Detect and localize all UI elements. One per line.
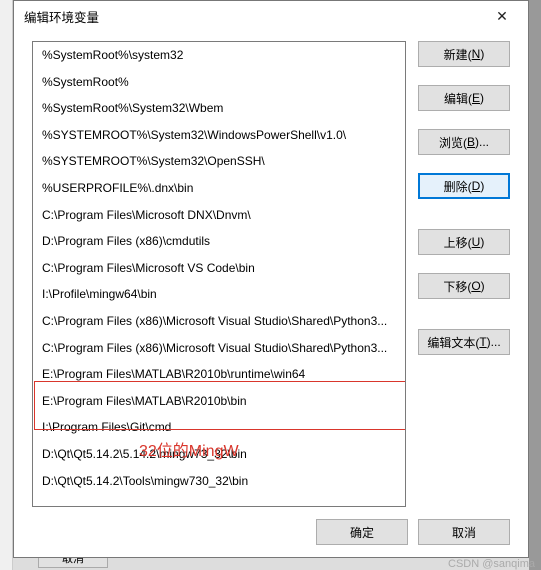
list-inner: %SystemRoot%\system32 %SystemRoot% %Syst… — [33, 42, 405, 494]
close-icon[interactable]: ✕ — [482, 3, 522, 29]
background-window-fragment — [0, 0, 13, 570]
titlebar: 编辑环境变量 ✕ — [14, 1, 528, 31]
btn-label: 删除( — [444, 178, 472, 195]
list-item[interactable]: I:\Program Files\Git\cmd — [33, 414, 405, 441]
list-item[interactable]: %SystemRoot% — [33, 69, 405, 96]
dialog-content: %SystemRoot%\system32 %SystemRoot% %Syst… — [14, 31, 528, 557]
btn-label: 浏览( — [439, 134, 467, 151]
cancel-button[interactable]: 取消 — [418, 519, 510, 545]
btn-key: U — [472, 235, 481, 249]
list-item[interactable]: C:\Program Files\Microsoft VS Code\bin — [33, 255, 405, 282]
btn-key: D — [472, 179, 481, 193]
edit-button[interactable]: 编辑(E) — [418, 85, 510, 111]
btn-suffix: ) — [480, 91, 484, 105]
list-item[interactable]: E:\Program Files\MATLAB\R2010b\bin — [33, 388, 405, 415]
btn-label: 上移( — [444, 234, 472, 251]
env-var-listbox[interactable]: %SystemRoot%\system32 %SystemRoot% %Syst… — [32, 41, 406, 507]
list-item[interactable]: E:\Program Files\MATLAB\R2010b\runtime\w… — [33, 361, 405, 388]
btn-suffix: ) — [480, 235, 484, 249]
list-item[interactable]: I:\Profile\mingw64\bin — [33, 281, 405, 308]
list-item[interactable]: C:\Program Files (x86)\Microsoft Visual … — [33, 308, 405, 335]
new-button[interactable]: 新建(N) — [418, 41, 510, 67]
move-down-button[interactable]: 下移(O) — [418, 273, 510, 299]
list-item[interactable]: %SystemRoot%\system32 — [33, 42, 405, 69]
list-item[interactable]: %SYSTEMROOT%\System32\OpenSSH\ — [33, 148, 405, 175]
edit-text-button[interactable]: 编辑文本(T)... — [418, 329, 510, 355]
list-item[interactable]: %USERPROFILE%\.dnx\bin — [33, 175, 405, 202]
list-item[interactable]: D:\Qt\Qt5.14.2\5.14.2\mingw73_32\bin — [33, 441, 405, 468]
btn-label: 新建( — [444, 46, 472, 63]
move-up-button[interactable]: 上移(U) — [418, 229, 510, 255]
edit-env-var-dialog: 编辑环境变量 ✕ %SystemRoot%\system32 %SystemRo… — [13, 0, 529, 558]
bottom-button-row: 确定 取消 — [32, 507, 510, 545]
list-item[interactable]: D:\Program Files (x86)\cmdutils — [33, 228, 405, 255]
btn-label: 编辑文本( — [427, 334, 479, 351]
btn-suffix: ) — [480, 47, 484, 61]
main-row: %SystemRoot%\system32 %SystemRoot% %Syst… — [32, 41, 510, 507]
dialog-title: 编辑环境变量 — [24, 7, 482, 26]
btn-suffix: ) — [481, 279, 485, 293]
browse-button[interactable]: 浏览(B)... — [418, 129, 510, 155]
btn-suffix: )... — [487, 335, 501, 349]
btn-label: 下移( — [443, 278, 471, 295]
btn-key: O — [471, 279, 480, 293]
btn-label: 编辑( — [444, 90, 472, 107]
side-buttons: 新建(N) 编辑(E) 浏览(B)... 删除(D) 上移(U) — [418, 41, 510, 507]
btn-suffix: )... — [475, 135, 489, 149]
list-item[interactable]: C:\Program Files\Microsoft DNX\Dnvm\ — [33, 202, 405, 229]
btn-suffix: ) — [480, 179, 484, 193]
btn-key: E — [472, 91, 480, 105]
btn-key: T — [479, 335, 486, 349]
ok-button[interactable]: 确定 — [316, 519, 408, 545]
list-item[interactable]: D:\Qt\Qt5.14.2\Tools\mingw730_32\bin — [33, 468, 405, 495]
list-item[interactable]: C:\Program Files (x86)\Microsoft Visual … — [33, 335, 405, 362]
watermark: CSDN @sanqima — [448, 558, 535, 570]
list-item[interactable]: %SystemRoot%\System32\Wbem — [33, 95, 405, 122]
btn-key: B — [467, 135, 475, 149]
list-item[interactable]: %SYSTEMROOT%\System32\WindowsPowerShell\… — [33, 122, 405, 149]
btn-key: N — [472, 47, 481, 61]
delete-button[interactable]: 删除(D) — [418, 173, 510, 199]
